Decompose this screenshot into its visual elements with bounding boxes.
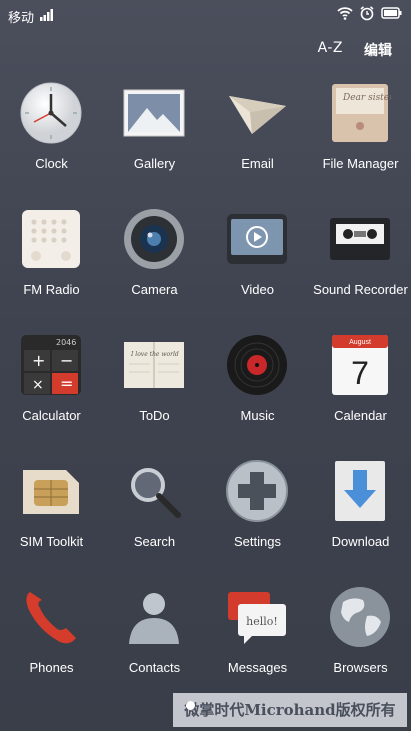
video-player-icon xyxy=(227,214,287,264)
svg-text:I love the world: I love the world xyxy=(130,351,179,358)
app-calendar[interactable]: August 7 Calendar xyxy=(309,332,411,437)
notebook-icon: I love the world xyxy=(124,342,184,388)
app-browsers[interactable]: Browsers xyxy=(309,584,411,689)
app-label: SIM Toolkit xyxy=(19,534,84,549)
wifi-icon xyxy=(337,7,353,20)
app-camera[interactable]: Camera xyxy=(103,206,206,311)
app-label: Music xyxy=(240,408,275,423)
vinyl-record-icon xyxy=(227,335,287,395)
app-download[interactable]: Download xyxy=(309,458,411,563)
app-gallery[interactable]: Gallery xyxy=(103,80,206,185)
app-phones[interactable]: Phones xyxy=(0,584,103,689)
folder-icon: Dear sister xyxy=(332,84,391,142)
app-label: Clock xyxy=(35,156,68,171)
globe-icon xyxy=(330,587,390,647)
app-file-manager[interactable]: Dear sister File Manager xyxy=(309,80,411,185)
svg-text:−: − xyxy=(60,351,73,370)
app-sound-recorder[interactable]: Sound Recorder xyxy=(309,206,411,311)
app-label: File Manager xyxy=(322,156,399,171)
svg-text:7: 7 xyxy=(351,355,369,391)
app-label: Contacts xyxy=(128,660,181,675)
phone-handset-icon xyxy=(26,592,76,644)
contact-person-icon xyxy=(129,593,179,644)
app-label: Browsers xyxy=(333,660,388,675)
download-arrow-icon xyxy=(335,461,385,521)
app-label: Phones xyxy=(29,660,74,675)
battery-icon xyxy=(381,7,402,19)
app-label: Download xyxy=(331,534,390,549)
svg-text:+: + xyxy=(32,351,45,370)
carrier-label: 移动 xyxy=(8,11,35,26)
app-label: Messages xyxy=(227,660,288,675)
speech-bubble-icon: hello! xyxy=(228,592,286,644)
paper-plane-icon xyxy=(229,96,286,134)
sim-card-icon xyxy=(23,470,79,514)
app-search[interactable]: Search xyxy=(103,458,206,563)
app-label: ToDo xyxy=(139,408,170,423)
app-label: Calculator xyxy=(22,408,81,423)
app-label: Search xyxy=(133,534,176,549)
app-messages[interactable]: hello! Messages xyxy=(206,584,309,689)
app-label: Sound Recorder xyxy=(313,282,408,297)
calculator-icon: 2046 + − × = xyxy=(21,335,81,395)
app-label: Video xyxy=(240,282,274,297)
settings-icon xyxy=(226,460,288,522)
app-label: Gallery xyxy=(133,156,176,171)
app-calculator[interactable]: 2046 + − × = Calculator xyxy=(0,332,103,437)
app-label: Camera xyxy=(131,282,178,297)
gallery-icon xyxy=(123,89,185,137)
top-bar: A-Z 编辑 xyxy=(211,40,411,62)
app-sim-toolkit[interactable]: SIM Toolkit xyxy=(0,458,103,563)
svg-text:Dear sister: Dear sister xyxy=(342,93,391,103)
app-fm-radio[interactable]: FM Radio xyxy=(0,206,103,311)
svg-text:2046: 2046 xyxy=(56,338,76,347)
app-video[interactable]: Video xyxy=(206,206,309,311)
app-music[interactable]: Music xyxy=(206,332,309,437)
page-indicator-dot[interactable] xyxy=(186,701,195,710)
app-clock[interactable]: Clock xyxy=(0,80,103,185)
magnifier-icon xyxy=(131,468,181,518)
app-contacts[interactable]: Contacts xyxy=(103,584,206,689)
app-label: Calendar xyxy=(334,408,387,423)
app-label: Settings xyxy=(234,534,281,549)
app-settings[interactable]: Settings xyxy=(206,458,309,563)
edit-button[interactable]: 编辑 xyxy=(364,40,392,60)
alarm-icon xyxy=(360,6,374,21)
signal-strength-icon xyxy=(40,9,53,21)
camera-lens-icon xyxy=(124,209,184,269)
status-bar: 移动 xyxy=(0,0,411,30)
app-label: FM Radio xyxy=(23,282,80,297)
svg-text:×: × xyxy=(32,377,44,393)
svg-text:August: August xyxy=(349,339,371,346)
radio-icon xyxy=(22,210,80,268)
svg-text:=: = xyxy=(60,374,73,393)
watermark: 微掌时代Microhand版权所有 xyxy=(173,693,407,727)
sort-az-button[interactable]: A-Z xyxy=(318,40,343,56)
app-label: Email xyxy=(241,156,274,171)
app-todo[interactable]: I love the world ToDo xyxy=(103,332,206,437)
calendar-icon: August 7 xyxy=(332,335,388,395)
clock-icon xyxy=(20,82,82,144)
cassette-icon xyxy=(330,218,390,260)
app-email[interactable]: Email xyxy=(206,80,309,185)
svg-text:hello!: hello! xyxy=(246,615,278,628)
